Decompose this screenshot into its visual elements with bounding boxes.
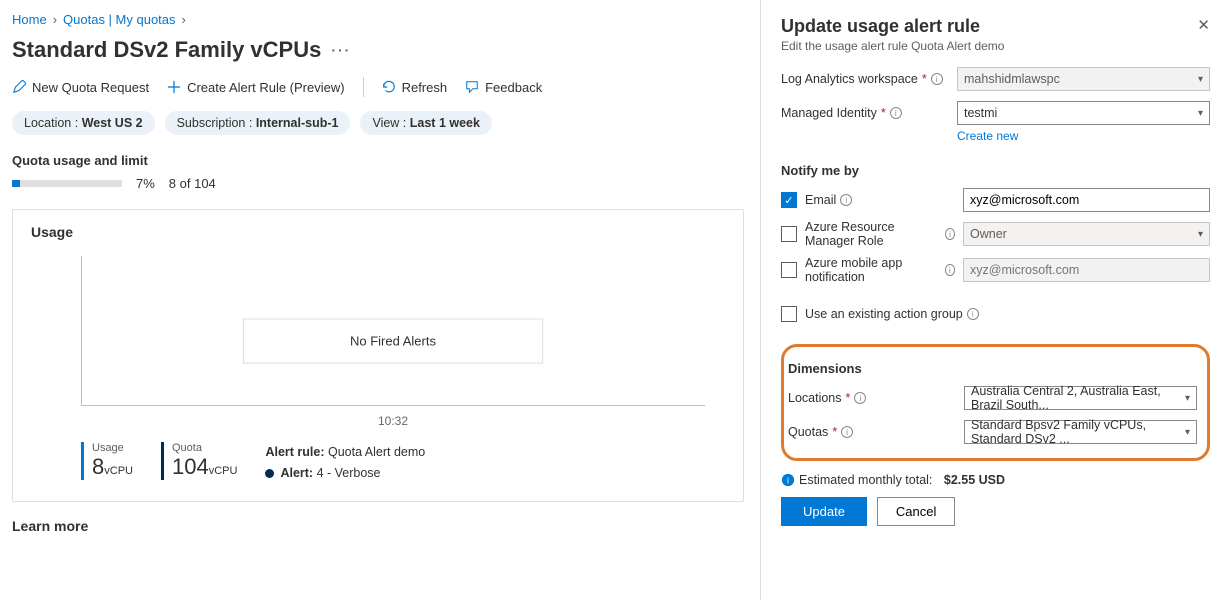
learn-more-heading: Learn more [12,518,744,534]
app-checkbox[interactable] [781,262,797,278]
chevron-down-icon: ▾ [1198,74,1203,85]
filter-location[interactable]: Location : West US 2 [12,111,155,135]
panel-title: Update usage alert rule [781,16,1004,37]
cancel-button[interactable]: Cancel [877,497,955,526]
chevron-down-icon: ▾ [1198,229,1203,240]
estimated-total: i Estimated monthly total: $2.55 USD [781,473,1210,487]
chevron-right-icon: › [53,12,57,27]
info-icon[interactable]: i [931,73,943,85]
usage-chart: No Fired Alerts 10:32 [81,246,705,436]
create-alert-button[interactable]: Create Alert Rule (Preview) [167,80,345,95]
update-alert-panel: Update usage alert rule Edit the usage a… [760,0,1230,600]
info-icon: i [781,473,795,487]
feedback-button[interactable]: Feedback [465,80,542,95]
app-input [963,258,1210,282]
email-checkbox[interactable]: ✓ [781,192,797,208]
page-title: Standard DSv2 Family vCPUs ··· [12,37,744,63]
quota-bar-row: 7% 8 of 104 [12,176,744,191]
filter-row: Location : West US 2 Subscription : Inte… [12,111,744,135]
severity-dot-icon [265,469,274,478]
filter-subscription[interactable]: Subscription : Internal-sub-1 [165,111,351,135]
new-quota-button[interactable]: New Quota Request [12,80,149,95]
metric-quota: Quota 104vCPU [161,442,237,480]
breadcrumb-quotas[interactable]: Quotas | My quotas [63,12,176,27]
alert-info: Alert rule: Quota Alert demo Alert: 4 - … [265,442,425,485]
locations-select[interactable]: Australia Central 2, Australia East, Bra… [964,386,1197,410]
info-icon[interactable]: i [890,107,902,119]
law-select: mahshidmlawspc▾ [957,67,1210,91]
refresh-button[interactable]: Refresh [382,80,448,95]
dimensions-highlight: Dimensions Locations*i Australia Central… [781,344,1210,461]
quota-percent: 7% [136,176,155,191]
edit-icon [12,80,26,94]
no-fired-alerts-banner: No Fired Alerts [243,319,543,364]
metric-usage: Usage 8vCPU [81,442,133,480]
quotas-select[interactable]: Standard Bpsv2 Family vCPUs, Standard DS… [964,420,1197,444]
mi-select[interactable]: testmi▾ [957,101,1210,125]
chevron-down-icon: ▾ [1185,427,1190,438]
more-icon[interactable]: ··· [331,42,351,58]
arm-checkbox[interactable] [781,226,797,242]
info-icon[interactable]: i [945,228,955,240]
plus-icon [167,80,181,94]
usage-card: Usage No Fired Alerts 10:32 Usage 8vCPU … [12,209,744,502]
chart-xlabel: 10:32 [378,414,408,428]
refresh-icon [382,80,396,94]
quota-section-title: Quota usage and limit [12,153,744,168]
update-button[interactable]: Update [781,497,867,526]
info-icon[interactable]: i [967,308,979,320]
close-icon[interactable]: ✕ [1197,16,1210,34]
quota-progress-bar [12,180,122,187]
email-input[interactable] [963,188,1210,212]
toolbar: New Quota Request Create Alert Rule (Pre… [12,77,744,97]
law-label: Log Analytics workspace*i [781,72,957,86]
breadcrumb: Home › Quotas | My quotas › [12,12,744,27]
quotas-label: Quotas*i [788,425,964,439]
chevron-right-icon: › [182,12,186,27]
usage-card-title: Usage [31,224,725,240]
create-new-link[interactable]: Create new [957,129,1018,143]
filter-view[interactable]: View : Last 1 week [360,111,491,135]
info-icon[interactable]: i [854,392,866,404]
panel-subtitle: Edit the usage alert rule Quota Alert de… [781,39,1004,53]
breadcrumb-home[interactable]: Home [12,12,47,27]
toolbar-divider [363,77,364,97]
locations-label: Locations*i [788,391,964,405]
info-icon[interactable]: i [840,194,852,206]
info-icon[interactable]: i [841,426,853,438]
chevron-down-icon: ▾ [1185,393,1190,404]
arm-select: Owner▾ [963,222,1210,246]
dimensions-heading: Dimensions [788,361,1197,376]
notify-heading: Notify me by [781,163,1210,178]
info-icon[interactable]: i [945,264,955,276]
feedback-icon [465,80,479,94]
chevron-down-icon: ▾ [1198,108,1203,119]
quota-ratio: 8 of 104 [169,176,216,191]
mi-label: Managed Identity*i [781,106,957,120]
svg-text:i: i [787,476,789,486]
existing-ag-checkbox[interactable] [781,306,797,322]
